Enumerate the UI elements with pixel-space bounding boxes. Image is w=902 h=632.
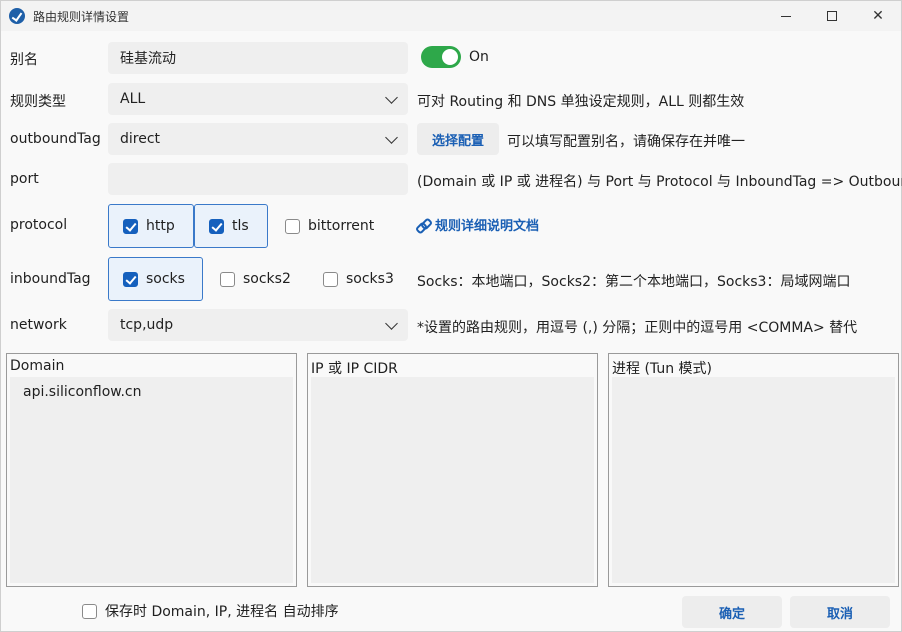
protocol-bittorrent-checkbox[interactable]: bittorrent [285, 210, 374, 242]
ip-panel: IP 或 IP CIDR [307, 353, 598, 587]
checkbox-checked-icon [123, 218, 138, 234]
outbound-tag-select[interactable]: direct [108, 123, 408, 155]
network-value: tcp,udp [120, 317, 174, 333]
outbound-tag-value: direct [120, 131, 161, 147]
cancel-button[interactable]: 取消 [790, 596, 890, 628]
port-hint: (Domain 或 IP 或 进程名) 与 Port 与 Protocol 与 … [417, 174, 902, 190]
rule-type-select[interactable]: ALL [108, 83, 408, 115]
rule-settings-window: 路由规则详情设置 ✕ 别名 硅基流动 On 规则类型 ALL 可对 Routin… [0, 0, 902, 632]
window-title: 路由规则详情设置 [33, 10, 130, 24]
auto-sort-label: 保存时 Domain, IP, 进程名 自动排序 [105, 604, 339, 620]
inbound-socks3-checkbox[interactable]: socks3 [323, 263, 394, 295]
close-icon: ✕ [872, 8, 884, 24]
domain-entry: api.siliconflow.cn [23, 384, 142, 400]
rule-doc-link[interactable]: 规则详细说明文档 [417, 215, 539, 234]
inbound-socks3-label: socks3 [346, 271, 394, 287]
protocol-tls-checkbox[interactable]: tls [194, 204, 268, 248]
domain-textarea[interactable]: api.siliconflow.cn [10, 377, 293, 583]
ip-panel-header: IP 或 IP CIDR [311, 361, 398, 377]
port-input[interactable] [108, 163, 408, 195]
domain-panel: Domain api.siliconflow.cn [6, 353, 297, 587]
checkbox-unchecked-icon [285, 218, 300, 234]
inbound-socks2-checkbox[interactable]: socks2 [220, 263, 291, 295]
checkbox-unchecked-icon [82, 603, 97, 619]
app-logo-icon [9, 8, 25, 24]
domain-panel-header: Domain [10, 358, 65, 374]
protocol-http-checkbox[interactable]: http [108, 204, 194, 248]
link-icon [417, 219, 429, 231]
checkbox-checked-icon [209, 218, 224, 234]
network-hint: *设置的路由规则，用逗号 (,) 分隔；正则中的逗号用 <COMMA> 替代 [417, 320, 858, 336]
protocol-label: protocol [10, 217, 68, 233]
alias-label: 别名 [10, 52, 38, 68]
network-select[interactable]: tcp,udp [108, 309, 408, 341]
maximize-button[interactable] [809, 1, 855, 31]
title-bar: 路由规则详情设置 ✕ [1, 1, 901, 31]
enabled-toggle-label: On [469, 49, 489, 65]
checkbox-unchecked-icon [220, 271, 235, 287]
rule-doc-link-text: 规则详细说明文档 [435, 219, 540, 234]
rule-type-label: 规则类型 [10, 94, 66, 110]
alias-input[interactable]: 硅基流动 [108, 42, 408, 74]
protocol-bittorrent-label: bittorrent [308, 218, 375, 234]
checkbox-checked-icon [123, 271, 138, 287]
inbound-socks2-label: socks2 [243, 271, 291, 287]
outbound-hint: 可以填写配置别名，请确保存在并唯一 [507, 134, 745, 150]
ok-button[interactable]: 确定 [682, 596, 782, 628]
minimize-button[interactable] [763, 1, 809, 31]
minimize-icon [781, 15, 791, 17]
ip-textarea[interactable] [311, 377, 594, 583]
process-panel: 进程 (Tun 模式) [608, 353, 899, 587]
select-config-button[interactable]: 选择配置 [417, 123, 499, 155]
inbound-socks-label: socks [146, 271, 185, 287]
protocol-tls-label: tls [232, 218, 249, 234]
enabled-toggle[interactable] [421, 46, 461, 68]
rule-type-hint: 可对 Routing 和 DNS 单独设定规则，ALL 则都生效 [417, 94, 745, 110]
rule-type-value: ALL [120, 91, 146, 107]
chevron-down-icon [385, 131, 398, 144]
chevron-down-icon [385, 317, 398, 330]
process-textarea[interactable] [612, 377, 895, 583]
toggle-knob [442, 49, 458, 65]
inbound-socks-checkbox[interactable]: socks [108, 257, 203, 301]
process-panel-header: 进程 (Tun 模式) [612, 361, 712, 377]
close-button[interactable]: ✕ [855, 1, 901, 31]
outbound-tag-label: outboundTag [10, 131, 101, 147]
protocol-http-label: http [146, 218, 175, 234]
network-label: network [10, 317, 67, 333]
port-label: port [10, 171, 39, 187]
checkbox-unchecked-icon [323, 271, 338, 287]
inbound-tag-label: inboundTag [10, 271, 91, 287]
chevron-down-icon [385, 91, 398, 104]
auto-sort-checkbox[interactable]: 保存时 Domain, IP, 进程名 自动排序 [82, 601, 339, 621]
inbound-hint: Socks：本地端口，Socks2：第二个本地端口，Socks3：局域网端口 [417, 274, 851, 290]
maximize-icon [827, 11, 837, 21]
